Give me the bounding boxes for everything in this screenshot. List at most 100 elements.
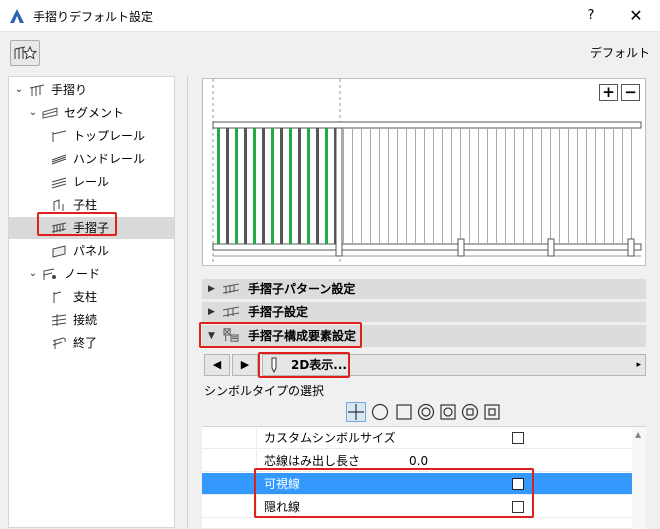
baluster-line — [217, 128, 220, 244]
next-button[interactable]: ▶ — [232, 354, 258, 376]
default-label: デフォルト — [589, 46, 650, 60]
baluster-line — [370, 128, 371, 244]
property-row-axis-extension[interactable]: 芯線はみ出し長さ 0.0 — [202, 450, 632, 472]
baluster-line — [316, 128, 319, 244]
baluster-line — [352, 128, 353, 244]
railing-preview: + − — [202, 78, 646, 266]
tree-item-post[interactable]: 支柱 — [9, 286, 174, 308]
baluster-line — [487, 128, 488, 244]
symbol-type-label: シンボルタイプの選択 — [204, 384, 325, 398]
baluster-settings-icon — [222, 306, 240, 317]
handrail-icon — [51, 154, 67, 165]
panel-icon — [52, 245, 66, 258]
splitter[interactable] — [187, 76, 188, 528]
chevron-down-icon[interactable]: ⌄ — [27, 263, 39, 285]
baluster-line — [631, 128, 632, 244]
section-baluster-components[interactable]: ▼ 手摺子構成要素設定 — [202, 325, 646, 347]
chevron-right-icon: ▶ — [208, 307, 215, 317]
circle-in-square-symbol-icon — [440, 404, 456, 420]
chevron-down-icon[interactable]: ⌄ — [13, 79, 25, 101]
symbol-square-in-circle-button[interactable] — [460, 402, 480, 422]
baluster-line — [388, 128, 389, 244]
symbol-cross-button[interactable] — [346, 402, 366, 422]
baluster-line — [586, 128, 587, 244]
zoom-in-button[interactable]: + — [599, 84, 618, 101]
baluster-line — [442, 128, 443, 244]
baluster-line — [568, 128, 569, 244]
baluster-line — [550, 128, 551, 244]
baluster-line — [541, 128, 542, 244]
baluster-line — [604, 128, 605, 244]
baluster-line — [235, 128, 238, 244]
symbol-square-button[interactable] — [394, 402, 414, 422]
previous-button[interactable]: ◀ — [204, 354, 230, 376]
component-settings-icon — [223, 328, 239, 342]
tree-item-inner-post[interactable]: 子柱 — [9, 194, 174, 216]
help-button[interactable]: ? — [578, 5, 604, 27]
2d-view-panel[interactable]: 2D表示... ▸ — [262, 354, 646, 376]
tree-item-panel[interactable]: パネル — [9, 240, 174, 262]
baluster-line — [496, 128, 497, 244]
circle-symbol-icon — [371, 403, 389, 421]
baluster-line — [595, 128, 596, 244]
inner-post-icon — [53, 199, 64, 211]
properties-scrollbar[interactable]: ▲ — [632, 427, 646, 529]
connection-icon — [51, 314, 67, 326]
axis-extension-value[interactable]: 0.0 — [409, 450, 428, 472]
property-row-visible-lines[interactable]: 可視線 — [202, 473, 632, 495]
baluster-line — [415, 128, 416, 244]
baluster-line — [307, 128, 310, 244]
baluster-icon — [51, 222, 67, 233]
tree-item-handrail[interactable]: ハンドレール — [9, 148, 174, 170]
section-baluster-pattern[interactable]: ▶ 手摺子パターン設定 — [202, 279, 646, 299]
tree-item-connection[interactable]: 接続 — [9, 309, 174, 331]
tree-item-railing[interactable]: ⌄ 手摺り — [9, 79, 174, 101]
segment-icon — [42, 107, 58, 119]
symbol-circle-button[interactable] — [370, 402, 390, 422]
tree-item-rail[interactable]: レール — [9, 171, 174, 193]
baluster-line — [289, 128, 292, 244]
baluster-line — [361, 128, 362, 244]
zoom-out-button[interactable]: − — [621, 84, 640, 101]
tree-item-node[interactable]: ⌄ ノード — [9, 263, 174, 285]
symbol-circle-in-square-button[interactable] — [438, 402, 458, 422]
double-circle-symbol-icon — [417, 403, 435, 421]
tree-item-baluster[interactable]: 手摺子 — [9, 217, 174, 239]
tree-item-segment[interactable]: ⌄ セグメント — [9, 102, 174, 124]
symbol-double-circle-button[interactable] — [416, 402, 436, 422]
section-baluster-settings[interactable]: ▶ 手摺子設定 — [202, 302, 646, 322]
property-row-custom-symbol-size[interactable]: カスタムシンボルサイズ — [202, 427, 632, 449]
baluster-pattern-icon — [222, 283, 240, 294]
baluster-line — [271, 128, 274, 244]
baluster-line — [433, 128, 434, 244]
baluster-line — [298, 128, 301, 244]
symbol-double-square-button[interactable] — [482, 402, 502, 422]
railing-preview-drawing — [212, 79, 642, 265]
window-title: 手摺りデフォルト設定 — [33, 10, 154, 24]
double-square-symbol-icon — [484, 404, 500, 420]
baluster-line — [379, 128, 380, 244]
baluster-line — [577, 128, 578, 244]
close-button[interactable]: ✕ — [618, 4, 654, 28]
baluster-line — [262, 128, 265, 244]
railing-icon — [29, 84, 45, 96]
square-in-circle-symbol-icon — [461, 403, 479, 421]
expand-icon[interactable]: ▸ — [636, 355, 641, 375]
baluster-line — [622, 128, 623, 244]
visible-lines-checkbox[interactable] — [512, 478, 524, 490]
tree-item-top-rail[interactable]: トップレール — [9, 125, 174, 147]
property-row-hidden-lines[interactable]: 隠れ線 — [202, 496, 632, 518]
scroll-up-icon[interactable]: ▲ — [635, 430, 641, 439]
baluster-line — [397, 128, 398, 244]
tree-item-end[interactable]: 終了 — [9, 332, 174, 354]
chevron-down-icon[interactable]: ⌄ — [27, 102, 39, 124]
baluster-line — [406, 128, 407, 244]
baluster-line — [325, 128, 328, 244]
baluster-line — [514, 128, 515, 244]
node-icon — [43, 268, 56, 280]
favorites-button[interactable] — [10, 40, 40, 66]
custom-symbol-size-checkbox[interactable] — [512, 432, 524, 444]
baluster-line — [451, 128, 452, 244]
baluster-line — [226, 128, 229, 244]
hidden-lines-checkbox[interactable] — [512, 501, 524, 513]
